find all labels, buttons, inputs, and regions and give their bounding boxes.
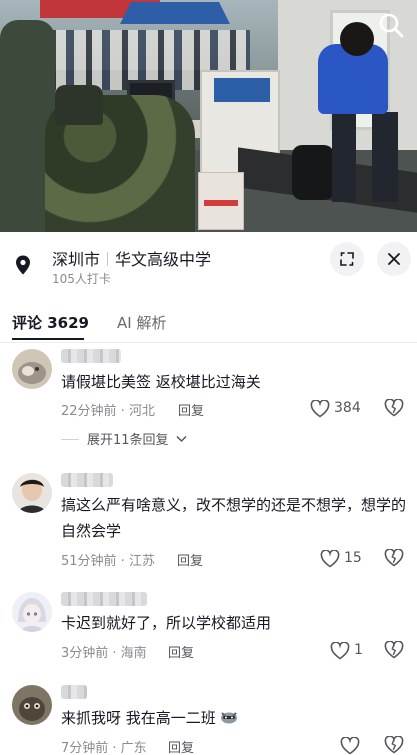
checkin-count: 105人打卡 [52,272,111,286]
expand-icon [340,252,354,266]
active-tab-indicator [12,338,84,340]
location-name: 深圳市 华文高级中学 [52,246,211,270]
comment-text-content: 来抓我呀 我在高一二班 [61,709,216,727]
close-button[interactable] [377,242,411,276]
expand-replies-line [61,439,79,440]
username[interactable] [61,592,147,606]
location-city: 深圳市 [52,250,101,269]
heart-icon [340,737,360,755]
avatar[interactable] [12,685,52,725]
dislike-button[interactable] [384,398,404,419]
username[interactable] [61,349,121,363]
broken-heart-icon [384,735,404,754]
avatar[interactable] [12,592,52,632]
broken-heart-icon [384,398,404,417]
comment-meta: 51分钟前 · 江苏 [61,554,155,569]
broken-heart-icon [384,548,404,567]
chevron-down-icon [176,435,187,443]
like-count: 15 [344,550,362,566]
comment-text: 搞这么严有啥意义，改不想学的还是不想学，想学的自然会学 [61,496,407,540]
expand-button[interactable] [330,242,364,276]
dislike-button[interactable] [384,735,404,755]
like-button[interactable]: 1 [330,641,370,661]
like-button[interactable]: 15 [320,549,370,569]
like-button[interactable] [340,736,360,755]
comment-text: 请假堪比美签 返校堪比过海关 [61,373,261,391]
dislike-button[interactable] [384,548,404,569]
reply-button[interactable]: 回复 [177,550,203,569]
reply-button[interactable]: 回复 [178,400,204,419]
tab-comments[interactable]: 评论 3629 [12,312,89,333]
reply-button[interactable]: 回复 [168,737,194,755]
video-tent-blue [120,2,230,24]
close-icon [388,253,400,265]
avatar[interactable] [12,473,52,513]
like-count: 1 [354,642,363,658]
comment-sheet: 深圳市 华文高级中学 105人打卡 评论 3629 AI 解析 请假堪比美签 返… [0,232,417,755]
tabs-divider [0,342,417,343]
location-place: 华文高级中学 [115,250,212,269]
reply-button[interactable]: 回复 [168,642,194,661]
video-student-legs [326,112,406,202]
video-student-head [340,22,374,56]
raccoon-emoji-icon [220,706,238,724]
username[interactable] [61,473,113,487]
username[interactable] [61,685,87,699]
search-icon[interactable] [376,10,406,40]
heart-icon [310,400,330,418]
video-soldier-cap [55,85,103,125]
heart-icon [330,642,350,660]
comment-meta: 22分钟前 · 河北 [61,404,155,419]
dislike-button[interactable] [384,640,404,661]
tab-ai-analysis[interactable]: AI 解析 [117,312,166,333]
tab-bar: 评论 3629 AI 解析 [0,304,417,342]
comment-meta: 7分钟前 · 广东 [61,741,147,755]
video-player[interactable] [0,0,417,232]
expand-replies-label: 展开11条回复 [87,433,169,448]
heart-icon [320,550,340,568]
location-pin-icon [12,254,34,276]
comment-text: 来抓我呀 我在高一二班 [61,705,411,731]
expand-replies-button[interactable]: 展开11条回复 [61,429,187,448]
location-header[interactable]: 深圳市 华文高级中学 105人打卡 [0,232,417,290]
comment-meta: 3分钟前 · 海南 [61,646,147,661]
comment-text: 卡迟到就好了，所以学校都适用 [61,614,272,632]
video-box-stripe [204,200,238,206]
broken-heart-icon [384,640,404,659]
avatar[interactable] [12,349,52,389]
like-button[interactable]: 384 [310,399,370,419]
video-scanner-sign [214,78,270,102]
like-count: 384 [334,400,361,416]
location-divider [107,252,109,266]
